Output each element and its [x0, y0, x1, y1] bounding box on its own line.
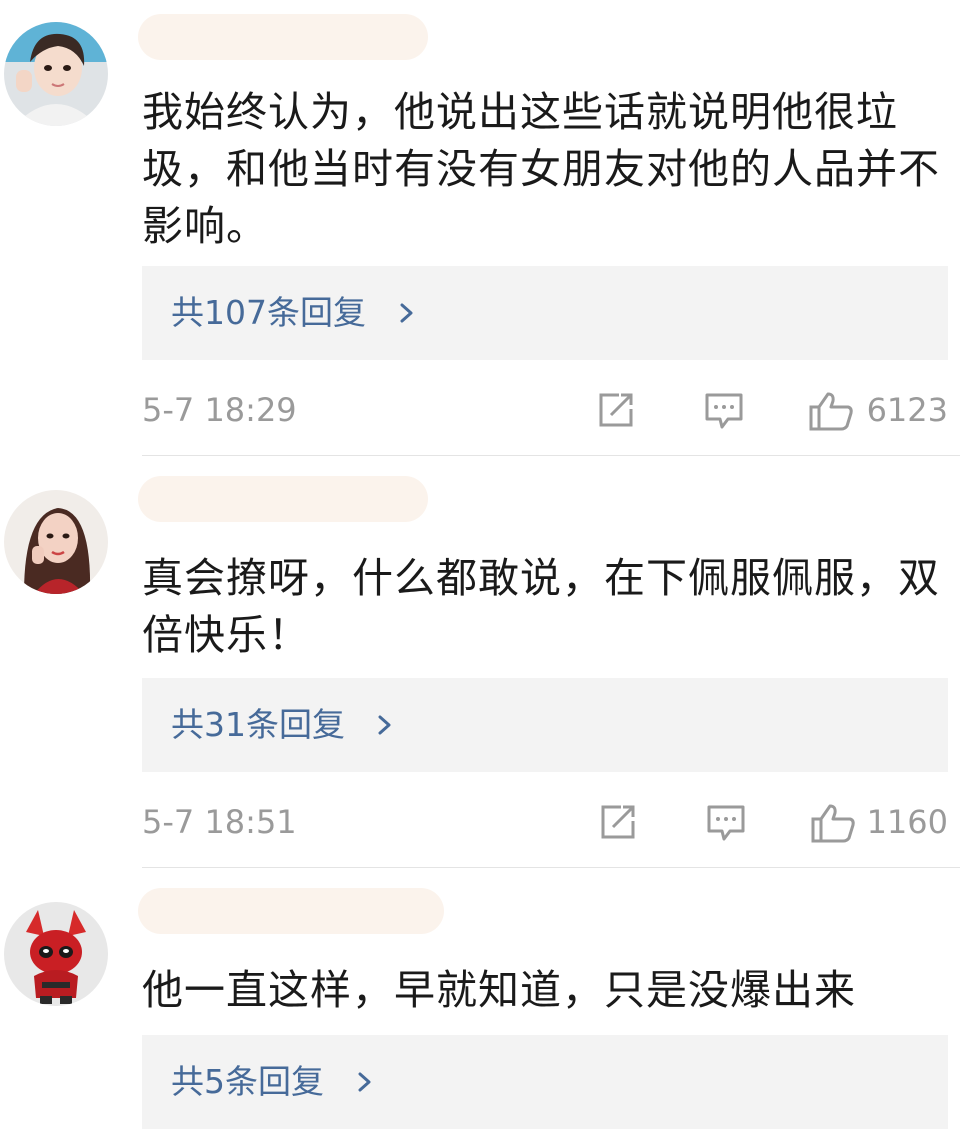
- username-redacted: [138, 476, 428, 522]
- view-replies-button[interactable]: 共5条回复: [142, 1035, 948, 1129]
- comment-text: 他一直这样，早就知道，只是没爆出来: [142, 966, 856, 1014]
- comment-meta-row: 5-7 18:29 6123: [142, 385, 948, 435]
- comment-bubble-icon[interactable]: [704, 391, 744, 431]
- thumbs-up-icon[interactable]: [808, 391, 854, 431]
- like-count: 6123: [866, 391, 948, 429]
- chevron-right-icon: [378, 715, 391, 735]
- comment-timestamp: 5-7 18:29: [142, 391, 297, 429]
- username-redacted: [138, 14, 428, 60]
- chevron-right-icon: [400, 303, 413, 323]
- user-avatar[interactable]: [4, 22, 108, 126]
- comment-timestamp: 5-7 18:51: [142, 803, 297, 841]
- comment-divider: [142, 455, 960, 456]
- avatar-photo-icon: [4, 22, 108, 126]
- replies-count-label: 共31条回复: [171, 705, 345, 744]
- avatar-photo-icon: [4, 490, 108, 594]
- view-replies-button[interactable]: 共107条回复: [142, 266, 948, 360]
- avatar-photo-icon: [4, 902, 108, 1006]
- thumbs-up-icon[interactable]: [810, 803, 856, 843]
- comment-bubble-icon[interactable]: [706, 803, 746, 843]
- comment-text: 真会撩呀，什么都敢说，在下佩服佩服，双倍快乐！: [142, 554, 940, 659]
- comment-text: 我始终认为，他说出这些话就说明他很垃圾，和他当时有没有女朋友对他的人品并不影响。: [142, 88, 940, 250]
- view-replies-button[interactable]: 共31条回复: [142, 678, 948, 772]
- like-count: 1160: [866, 803, 948, 841]
- share-square-icon[interactable]: [597, 391, 637, 429]
- replies-count-label: 共5条回复: [171, 1062, 324, 1101]
- comment-divider: [142, 867, 960, 868]
- replies-count-label: 共107条回复: [171, 293, 366, 332]
- user-avatar[interactable]: [4, 902, 108, 1006]
- user-avatar[interactable]: [4, 490, 108, 594]
- username-redacted: [138, 888, 444, 934]
- comment-meta-row: 5-7 18:51 1160: [142, 797, 948, 847]
- chevron-right-icon: [358, 1072, 371, 1092]
- share-square-icon[interactable]: [599, 803, 639, 841]
